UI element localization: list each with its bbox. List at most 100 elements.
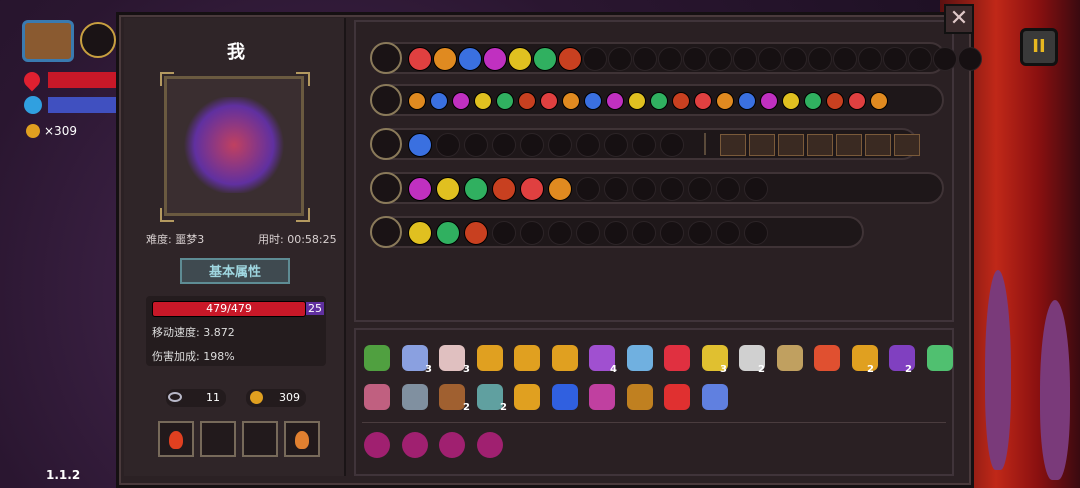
empty-ability-slot[interactable] <box>683 47 707 71</box>
weapon-slot-icon[interactable] <box>370 216 402 248</box>
empty-ability-slot[interactable] <box>883 47 907 71</box>
inventory-item-icon[interactable] <box>364 345 390 371</box>
ability-icon[interactable] <box>716 92 734 110</box>
empty-ability-slot[interactable] <box>660 177 684 201</box>
ability-icon[interactable] <box>782 92 800 110</box>
empty-ability-slot[interactable] <box>492 133 516 157</box>
empty-ability-slot[interactable] <box>464 133 488 157</box>
empty-ability-slot[interactable] <box>783 47 807 71</box>
ability-icon[interactable] <box>496 92 514 110</box>
ability-icon[interactable] <box>408 47 432 71</box>
ability-icon[interactable] <box>436 221 460 245</box>
ability-icon[interactable] <box>870 92 888 110</box>
curse-item-icon[interactable] <box>439 432 465 458</box>
ability-icon[interactable] <box>430 92 448 110</box>
inventory-item-icon[interactable] <box>476 345 503 371</box>
consumable-slot[interactable] <box>158 421 194 457</box>
ability-icon[interactable] <box>508 47 532 71</box>
inventory-item-icon[interactable] <box>401 384 428 410</box>
ability-icon[interactable] <box>518 92 536 110</box>
empty-ability-slot[interactable] <box>604 221 628 245</box>
ability-icon[interactable] <box>474 92 492 110</box>
empty-ability-slot[interactable] <box>576 221 600 245</box>
empty-ability-slot[interactable] <box>758 47 782 71</box>
ability-icon[interactable] <box>738 92 756 110</box>
inventory-item-icon[interactable] <box>626 384 653 410</box>
inventory-item-icon[interactable] <box>664 345 690 371</box>
ability-icon[interactable] <box>540 92 558 110</box>
empty-ability-slot[interactable] <box>520 133 544 157</box>
empty-ability-slot[interactable] <box>548 133 572 157</box>
ability-icon[interactable] <box>483 47 507 71</box>
weapon-staff-icon[interactable] <box>80 22 116 58</box>
weapon-slot-icon[interactable] <box>370 84 402 116</box>
empty-ability-slot[interactable] <box>604 133 628 157</box>
ability-icon[interactable] <box>848 92 866 110</box>
empty-ability-slot[interactable] <box>660 221 684 245</box>
empty-ability-slot[interactable] <box>908 47 932 71</box>
inventory-item-icon[interactable] <box>701 384 728 410</box>
ability-icon[interactable] <box>464 177 488 201</box>
empty-ability-slot[interactable] <box>548 221 572 245</box>
chest-icon[interactable] <box>22 20 74 62</box>
inventory-item-icon[interactable] <box>364 384 390 410</box>
ability-icon[interactable] <box>436 177 460 201</box>
consumable-slot[interactable] <box>284 421 320 457</box>
inventory-item-icon[interactable] <box>551 384 578 410</box>
inventory-item-icon[interactable] <box>589 384 615 410</box>
run-buff-icon[interactable] <box>807 134 833 156</box>
empty-ability-slot[interactable] <box>688 177 712 201</box>
ability-icon[interactable] <box>458 47 482 71</box>
curse-item-icon[interactable] <box>364 432 390 458</box>
inventory-item-icon[interactable] <box>439 345 465 371</box>
ability-icon[interactable] <box>408 221 432 245</box>
empty-ability-slot[interactable] <box>604 177 628 201</box>
run-buff-icon[interactable] <box>749 134 775 156</box>
empty-ability-slot[interactable] <box>583 47 607 71</box>
empty-ability-slot[interactable] <box>520 221 544 245</box>
inventory-item-icon[interactable] <box>551 345 578 371</box>
empty-ability-slot[interactable] <box>633 47 657 71</box>
inventory-item-icon[interactable] <box>814 345 840 371</box>
ability-icon[interactable] <box>672 92 690 110</box>
ability-icon[interactable] <box>408 133 432 157</box>
inventory-item-icon[interactable] <box>664 384 690 410</box>
empty-ability-slot[interactable] <box>632 177 656 201</box>
empty-ability-slot[interactable] <box>833 47 857 71</box>
ability-icon[interactable] <box>584 92 602 110</box>
ability-icon[interactable] <box>694 92 712 110</box>
ability-icon[interactable] <box>650 92 668 110</box>
inventory-item-icon[interactable] <box>776 345 803 371</box>
empty-ability-slot[interactable] <box>436 133 460 157</box>
empty-ability-slot[interactable] <box>576 177 600 201</box>
ability-icon[interactable] <box>408 177 432 201</box>
empty-ability-slot[interactable] <box>933 47 957 71</box>
run-buff-icon[interactable] <box>836 134 862 156</box>
ability-icon[interactable] <box>558 47 582 71</box>
empty-ability-slot[interactable] <box>708 47 732 71</box>
inventory-item-icon[interactable] <box>476 384 503 410</box>
inventory-item-icon[interactable] <box>514 345 540 371</box>
curse-item-icon[interactable] <box>476 432 503 458</box>
consumable-slot[interactable] <box>242 421 278 457</box>
run-buff-icon[interactable] <box>894 134 920 156</box>
run-buff-icon[interactable] <box>865 134 891 156</box>
inventory-item-icon[interactable] <box>514 384 540 410</box>
empty-ability-slot[interactable] <box>858 47 882 71</box>
chest-slot-icon[interactable] <box>370 42 402 74</box>
run-buff-icon[interactable] <box>778 134 804 156</box>
inventory-item-icon[interactable] <box>626 345 653 371</box>
consumable-slot[interactable] <box>200 421 236 457</box>
empty-ability-slot[interactable] <box>660 133 684 157</box>
empty-ability-slot[interactable] <box>658 47 682 71</box>
empty-ability-slot[interactable] <box>608 47 632 71</box>
run-buff-icon[interactable] <box>720 134 746 156</box>
close-button[interactable]: ✕ <box>944 4 974 34</box>
empty-ability-slot[interactable] <box>632 221 656 245</box>
weapon-slot-icon[interactable] <box>370 128 402 160</box>
pause-button[interactable]: II <box>1020 28 1058 66</box>
inventory-item-icon[interactable] <box>926 345 953 371</box>
tab-basic-attributes[interactable]: 基本属性 <box>180 258 290 284</box>
ability-icon[interactable] <box>606 92 624 110</box>
ability-icon[interactable] <box>804 92 822 110</box>
